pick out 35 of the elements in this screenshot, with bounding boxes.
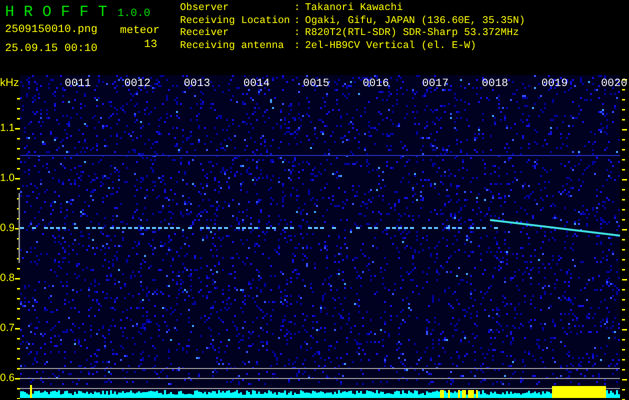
frequency-label: 0.7 (0, 322, 15, 334)
time-label: 0016 (362, 78, 390, 90)
info-value: 2el-HB9CV Vertical (el. E-W) (305, 40, 478, 53)
info-value: Takanori Kawachi (305, 3, 404, 16)
meteor-label: meteor (120, 25, 161, 38)
time-label: 0020 (600, 78, 628, 90)
info-label: Observer (180, 3, 230, 16)
frequency-label: 1.1 (0, 122, 15, 134)
axis-unit: kHz (0, 77, 19, 89)
file-name: 2509150010.png (5, 24, 98, 36)
info-separator: : (294, 3, 302, 16)
frequency-label: 0.9 (0, 222, 15, 234)
date-time: 25.09.15 00:10 (5, 42, 98, 55)
frequency-label: 0.8 (0, 272, 15, 284)
time-label: 0017 (421, 78, 450, 90)
info-value: Ogaki, Gifu, JAPAN (136.60E, 35.35N) (305, 16, 526, 28)
info-separator: : (294, 16, 302, 28)
app-version: 1.0.0 (117, 8, 150, 20)
frequency-label: 1.0 (0, 172, 15, 184)
info-label: Receiving Location (180, 16, 292, 28)
info-separator: : (294, 28, 302, 40)
time-label: 0012 (123, 78, 152, 90)
time-label: 0018 (480, 78, 510, 90)
meteor-count: 13 (143, 38, 158, 51)
info-value: R820T2(RTL-SDR) SDR-Sharp 53.372MHz (305, 28, 520, 40)
time-label: 0014 (242, 78, 271, 90)
app-title: H R O F F T (5, 3, 108, 21)
time-label: 0019 (540, 78, 569, 90)
info-separator: : (294, 40, 302, 53)
time-label: 0015 (302, 78, 330, 90)
frequency-label: 0.6 (0, 372, 15, 384)
time-label: 0013 (182, 78, 212, 90)
info-label: Receiver (180, 28, 230, 40)
time-label: 0011 (64, 78, 92, 90)
info-label: Receiving antenna (180, 40, 285, 53)
